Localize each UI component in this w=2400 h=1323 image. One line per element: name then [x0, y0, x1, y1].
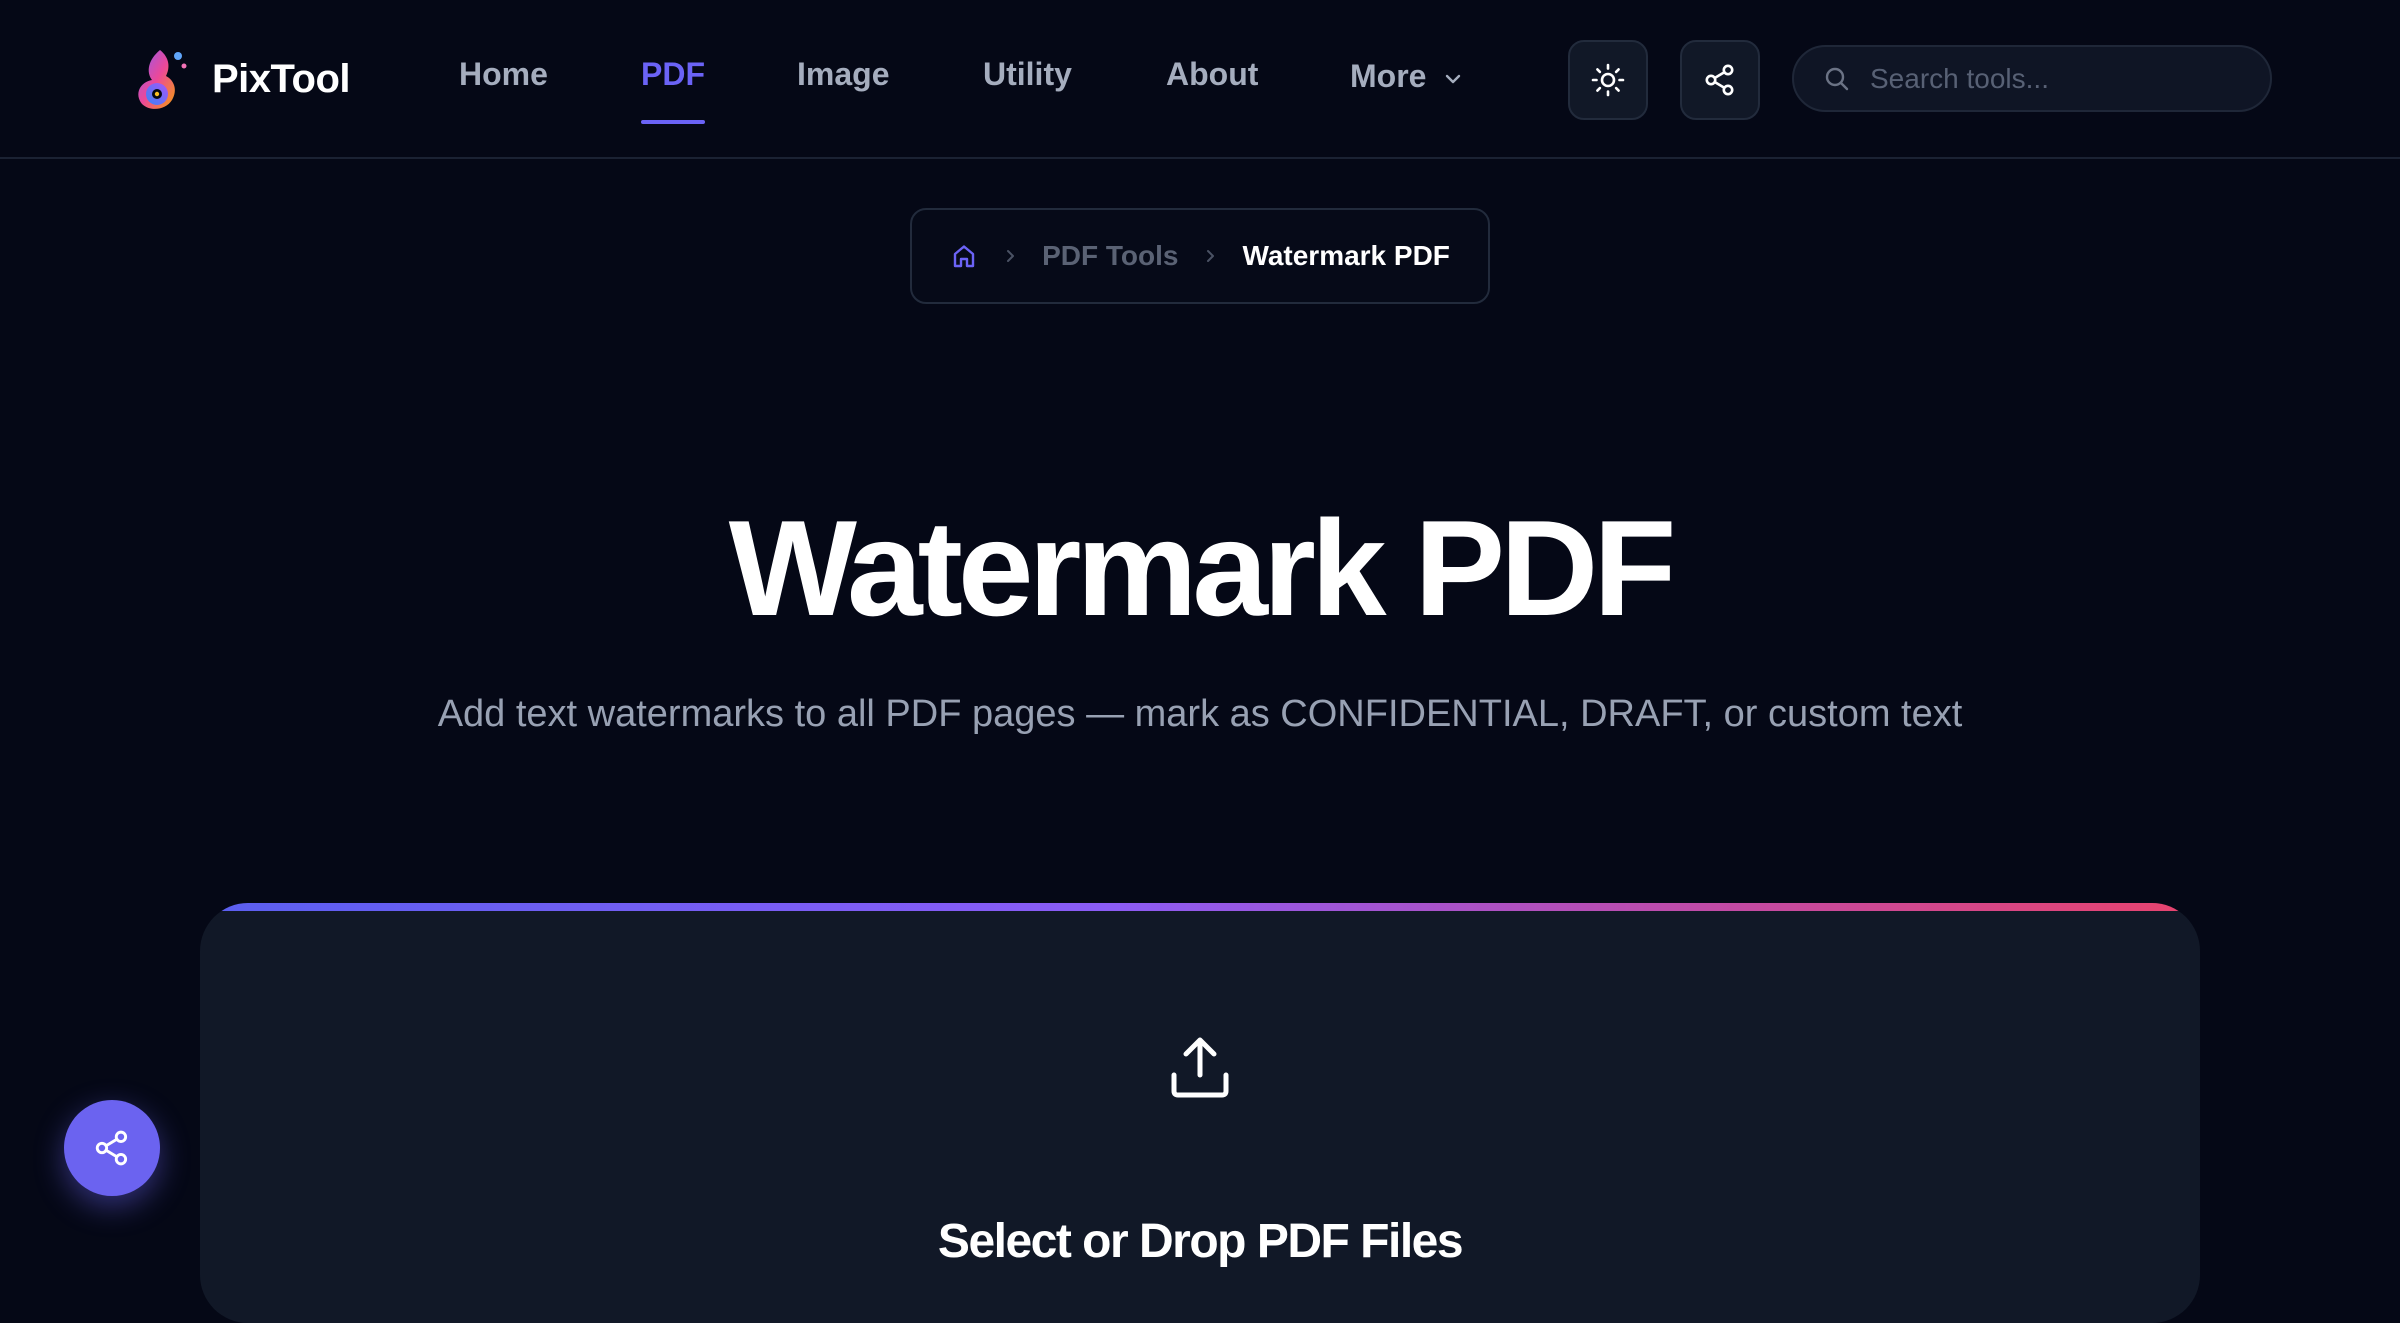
- nav-more[interactable]: More: [1350, 58, 1463, 95]
- chevron-right-icon: [1207, 250, 1215, 262]
- search-input[interactable]: [1868, 61, 2268, 96]
- share-icon: [1705, 64, 1734, 96]
- breadcrumb: PDF Tools Watermark PDF: [910, 208, 1490, 304]
- home-icon[interactable]: [950, 242, 978, 270]
- nav-home[interactable]: Home: [459, 56, 548, 93]
- nav-more-label: More: [1350, 58, 1427, 94]
- pixtool-logo-icon: [138, 50, 187, 109]
- nav-image[interactable]: Image: [797, 56, 889, 93]
- chevron-down-icon: [1446, 74, 1461, 83]
- nav-pdf-label: PDF: [641, 56, 705, 92]
- nav-utility[interactable]: Utility: [983, 56, 1072, 93]
- theme-toggle-button[interactable]: [1568, 40, 1648, 120]
- top-header: PixTool Home PDF Image Utility About Mor…: [0, 0, 2400, 159]
- chevron-right-icon: [1007, 250, 1015, 262]
- share-icon: [95, 1130, 128, 1166]
- upload-icon: [1171, 1037, 1229, 1098]
- page-title: Watermark PDF: [728, 492, 1677, 644]
- sun-icon: [1591, 63, 1625, 97]
- floating-share-button[interactable]: [64, 1100, 160, 1196]
- breadcrumb-pdf-tools[interactable]: PDF Tools: [1042, 240, 1178, 272]
- gradient-accent-bar: [200, 903, 2200, 911]
- nav-active-indicator: [641, 120, 705, 124]
- brand-name: PixTool: [212, 56, 350, 101]
- nav-about[interactable]: About: [1166, 56, 1258, 93]
- breadcrumb-current: Watermark PDF: [1242, 240, 1450, 271]
- nav-pdf[interactable]: PDF: [641, 56, 705, 124]
- upload-title: Select or Drop PDF Files: [937, 1215, 1464, 1268]
- brand-logo[interactable]: PixTool: [130, 46, 350, 112]
- search-icon: [1825, 67, 1849, 90]
- share-button[interactable]: [1680, 40, 1760, 120]
- page-subtitle: Add text watermarks to all PDF pages — m…: [437, 693, 1963, 735]
- search-box[interactable]: [1792, 45, 2272, 112]
